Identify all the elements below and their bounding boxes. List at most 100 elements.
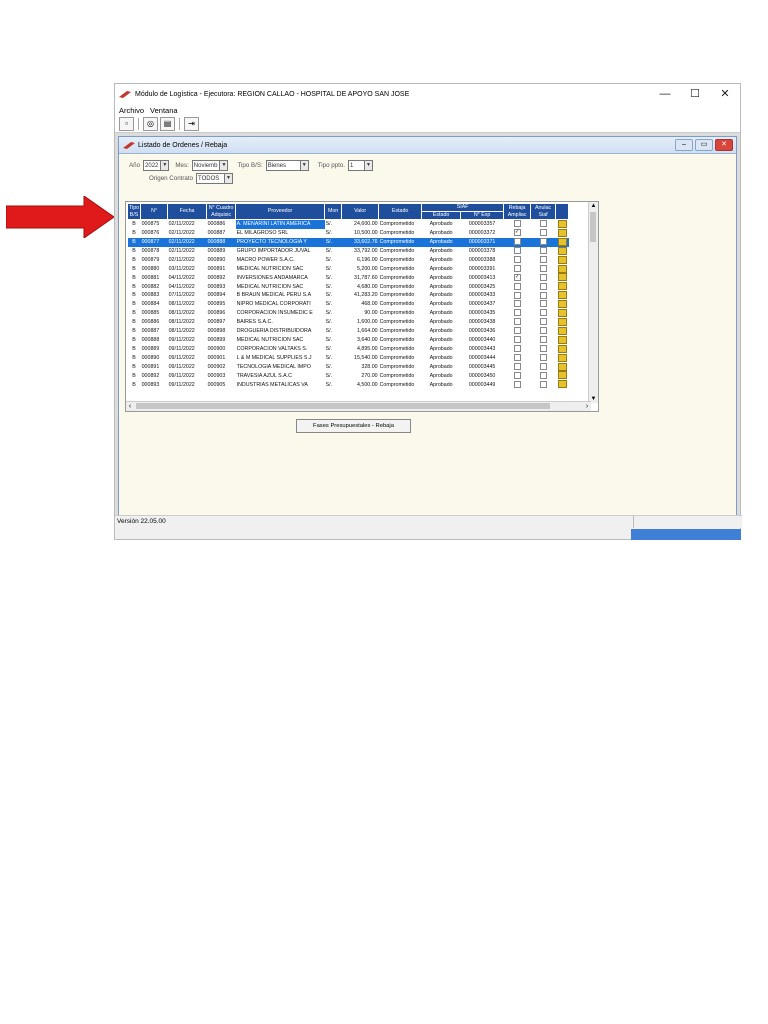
- chevron-down-icon[interactable]: ▼: [224, 174, 233, 183]
- orders-grid[interactable]: Tipo B/S N° Fecha N° Cuadro Adquisic Pro…: [125, 201, 599, 412]
- table-row[interactable]: B 000882 04/11/2022 000893 MEDICAL NUTRICION…: [128, 282, 569, 291]
- view-icon[interactable]: ◎: [143, 117, 158, 131]
- siaf-folder-icon[interactable]: [557, 335, 567, 344]
- anulac-checkbox[interactable]: [539, 282, 547, 290]
- anulac-checkbox[interactable]: [539, 371, 547, 379]
- rebaja-checkbox[interactable]: ✓: [513, 273, 521, 281]
- chevron-down-icon[interactable]: ▼: [364, 161, 372, 170]
- siaf-folder-icon[interactable]: [557, 220, 567, 228]
- anulac-checkbox[interactable]: [539, 229, 547, 237]
- chevron-down-icon[interactable]: ▼: [299, 161, 308, 170]
- col-numero[interactable]: N°: [140, 203, 169, 220]
- col-mon[interactable]: Mon: [324, 203, 343, 220]
- col-cuadro[interactable]: N° Cuadro Adquisic: [206, 203, 237, 220]
- mes-select[interactable]: Noviemb ▼: [191, 160, 229, 171]
- rebaja-checkbox[interactable]: [513, 380, 521, 388]
- rebaja-checkbox[interactable]: [513, 238, 521, 246]
- siaf-folder-icon[interactable]: [557, 264, 567, 273]
- scroll-thumb[interactable]: [136, 403, 550, 409]
- tipo-ppto-select[interactable]: 1 ▼: [348, 160, 373, 171]
- siaf-folder-icon[interactable]: [557, 291, 567, 300]
- anulac-checkbox[interactable]: [539, 255, 547, 263]
- chevron-down-icon[interactable]: ▼: [219, 161, 228, 170]
- rebaja-checkbox[interactable]: [513, 282, 521, 290]
- col-estado[interactable]: Estado: [378, 203, 423, 220]
- siaf-folder-icon[interactable]: [557, 371, 567, 380]
- rebaja-checkbox[interactable]: [513, 247, 521, 255]
- table-row[interactable]: B 000891 09/11/2022 000902 TECNOLOGIA MEDICA…: [128, 362, 569, 372]
- minimize-button[interactable]: —: [650, 84, 680, 104]
- rebaja-checkbox[interactable]: [513, 291, 521, 299]
- child-maximize-button[interactable]: ▭: [695, 139, 713, 151]
- anulac-checkbox[interactable]: [539, 273, 547, 281]
- table-row[interactable]: B 000875 02/11/2022 000886 A. MENARINI LATIN…: [128, 219, 569, 229]
- scroll-right-icon[interactable]: ›: [583, 402, 591, 411]
- close-button[interactable]: ✕: [710, 84, 740, 104]
- rebaja-checkbox[interactable]: ✓: [513, 229, 521, 237]
- table-row[interactable]: B 000878 02/11/2022 000889 GRUPO IMPORTADOR …: [128, 246, 569, 256]
- table-row[interactable]: B 000887 08/11/2022 000898 DROGUERIA DISTRIB…: [128, 326, 569, 336]
- tipo-bs-select[interactable]: Bienes ▼: [265, 160, 309, 171]
- vertical-scrollbar[interactable]: ▲ ▼: [588, 202, 598, 403]
- table-row[interactable]: B 000881 04/11/2022 000892 INVERSIONES ANDAM…: [128, 273, 569, 282]
- fases-presupuestales-button[interactable]: Fases Presupuestales - Rebaja: [296, 419, 411, 433]
- table-row[interactable]: B 000883 07/11/2022 000894 B BRAUN MEDICAL P…: [128, 291, 569, 300]
- table-row[interactable]: B 000877 02/11/2022 000888 PROYECTO TECNOLOG…: [127, 237, 569, 247]
- table-row[interactable]: B 000880 03/11/2022 000891 MEDICAL NUTRICION…: [128, 264, 569, 274]
- table-row[interactable]: B 000893 09/11/2022 000905 INDUSTRIAS METALI…: [128, 380, 569, 389]
- scroll-up-icon[interactable]: ▲: [589, 202, 598, 210]
- table-row[interactable]: B 000876 02/11/2022 000887 EL MILAGROSO SRL S…: [128, 228, 569, 238]
- anulac-checkbox[interactable]: [539, 264, 547, 272]
- siaf-folder-icon[interactable]: [557, 309, 567, 318]
- rebaja-checkbox[interactable]: [513, 362, 521, 370]
- anio-select[interactable]: 2022 ▼: [143, 160, 170, 171]
- siaf-folder-icon[interactable]: [557, 344, 567, 353]
- siaf-folder-icon[interactable]: [557, 326, 567, 335]
- siaf-folder-icon[interactable]: [557, 228, 567, 237]
- rebaja-checkbox[interactable]: [513, 371, 521, 379]
- col-fecha[interactable]: Fecha: [167, 203, 208, 220]
- rebaja-checkbox[interactable]: [513, 255, 521, 263]
- siaf-folder-icon[interactable]: [557, 255, 567, 264]
- anulac-checkbox[interactable]: [539, 300, 547, 308]
- col-valor[interactable]: Valor: [341, 203, 380, 220]
- child-close-button[interactable]: ✕: [715, 139, 733, 151]
- col-proveedor[interactable]: Proveedor: [235, 203, 326, 220]
- siaf-folder-icon[interactable]: [557, 282, 567, 291]
- menu-ventana[interactable]: Ventana: [150, 106, 178, 115]
- table-row[interactable]: B 000888 09/11/2022 000899 MEDICAL NUTRICION…: [128, 335, 569, 345]
- rebaja-checkbox[interactable]: [513, 220, 521, 228]
- rebaja-checkbox[interactable]: [513, 344, 521, 352]
- child-minimize-button[interactable]: –: [675, 139, 693, 151]
- siaf-folder-icon[interactable]: [557, 237, 567, 246]
- anulac-checkbox[interactable]: [539, 362, 547, 370]
- table-row[interactable]: B 000886 08/11/2022 000897 BAIRES S.A.C. S/. 1…: [128, 317, 569, 327]
- table-row[interactable]: B 000885 08/11/2022 000896 CORPORACION INSUM…: [128, 309, 569, 318]
- chevron-down-icon[interactable]: ▼: [160, 161, 169, 170]
- table-row[interactable]: B 000890 09/11/2022 000901 L & M MEDICAL SUP…: [128, 353, 569, 363]
- scroll-thumb[interactable]: [590, 212, 596, 242]
- rebaja-checkbox[interactable]: [513, 318, 521, 326]
- siaf-folder-icon[interactable]: [557, 273, 567, 282]
- siaf-folder-icon[interactable]: [557, 380, 567, 389]
- table-row[interactable]: B 000889 09/11/2022 000900 CORPORACION VALTA…: [128, 344, 569, 354]
- rebaja-checkbox[interactable]: [513, 353, 521, 361]
- rebaja-checkbox[interactable]: [513, 300, 521, 308]
- origen-contrato-select[interactable]: TODOS ▼: [196, 173, 234, 184]
- table-row[interactable]: B 000879 02/11/2022 000890 MACRO POWER S.A.C…: [128, 255, 569, 265]
- siaf-folder-icon[interactable]: [557, 353, 567, 362]
- anulac-checkbox[interactable]: [539, 353, 547, 361]
- maximize-button[interactable]: ☐: [680, 84, 710, 104]
- col-siaf-exp[interactable]: N° Exp: [460, 211, 505, 220]
- rebaja-checkbox[interactable]: [513, 327, 521, 335]
- table-row[interactable]: B 000884 08/11/2022 000895 NIPRO MEDICAL COR…: [128, 300, 569, 309]
- col-rebaja[interactable]: Rebaja Ampliac: [503, 203, 532, 220]
- menu-archivo[interactable]: Archivo: [119, 106, 144, 115]
- anulac-checkbox[interactable]: [539, 327, 547, 335]
- anulac-checkbox[interactable]: [539, 291, 547, 299]
- anulac-checkbox[interactable]: [539, 336, 547, 344]
- siaf-folder-icon[interactable]: [557, 246, 567, 255]
- save-icon[interactable]: ▫: [119, 117, 134, 131]
- rebaja-checkbox[interactable]: [513, 264, 521, 272]
- anulac-checkbox[interactable]: [539, 380, 547, 388]
